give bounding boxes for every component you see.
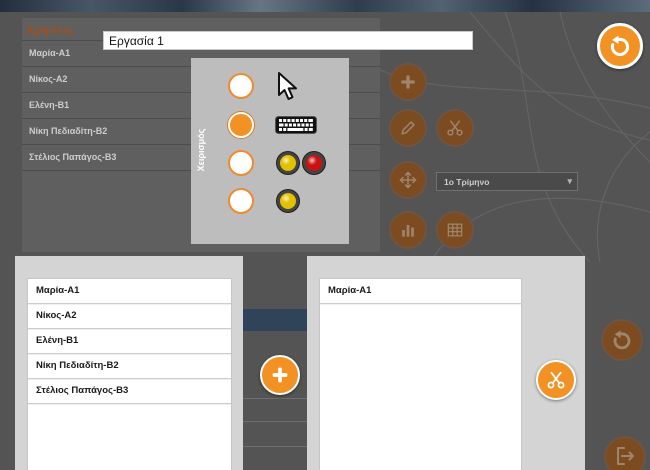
input-mode-option-keyboard[interactable]: [221, 106, 343, 144]
remove-user-button[interactable]: [536, 360, 576, 400]
input-mode-option-mouse[interactable]: [221, 67, 343, 105]
dialog-title: Χειρισμός: [196, 128, 206, 172]
add-user-button[interactable]: [260, 355, 300, 395]
input-mode-option-two-switches[interactable]: [221, 144, 343, 182]
yellow-switch-icon: [277, 152, 299, 174]
radio-button[interactable]: [228, 73, 254, 99]
input-mode-dialog: Χειρισμός: [191, 58, 349, 244]
list-item[interactable]: Ελένη-Β1: [28, 329, 231, 354]
assigned-users-list: Μαρία-Α1: [319, 278, 522, 470]
radio-button[interactable]: [228, 188, 254, 214]
available-users-list: Μαρία-Α1 Νίκος-Α2 Ελένη-Β1 Νίκη Πεδιαδίτ…: [27, 278, 232, 470]
mouse-cursor-icon: [278, 72, 297, 100]
undo-icon: [607, 33, 633, 59]
radio-button[interactable]: [228, 150, 254, 176]
available-users-panel: Μαρία-Α1 Νίκος-Α2 Ελένη-Β1 Νίκη Πεδιαδίτ…: [15, 256, 243, 470]
plus-icon: [269, 364, 291, 386]
list-item[interactable]: Μαρία-Α1: [28, 279, 231, 304]
task-name-input[interactable]: [103, 31, 473, 50]
yellow-switch-icon: [277, 190, 299, 212]
radio-button[interactable]: [228, 112, 254, 138]
reset-button[interactable]: [597, 23, 643, 69]
list-item[interactable]: Μαρία-Α1: [320, 279, 521, 304]
list-item[interactable]: Νίκη Πεδιαδίτη-Β2: [28, 354, 231, 379]
scissors-icon: [545, 369, 567, 391]
list-item[interactable]: Στέλιος Παπάγος-Β3: [28, 379, 231, 404]
keyboard-icon: [275, 116, 317, 134]
list-item[interactable]: Νίκος-Α2: [28, 304, 231, 329]
input-mode-option-single-switch[interactable]: [221, 182, 343, 220]
red-switch-icon: [303, 152, 325, 174]
